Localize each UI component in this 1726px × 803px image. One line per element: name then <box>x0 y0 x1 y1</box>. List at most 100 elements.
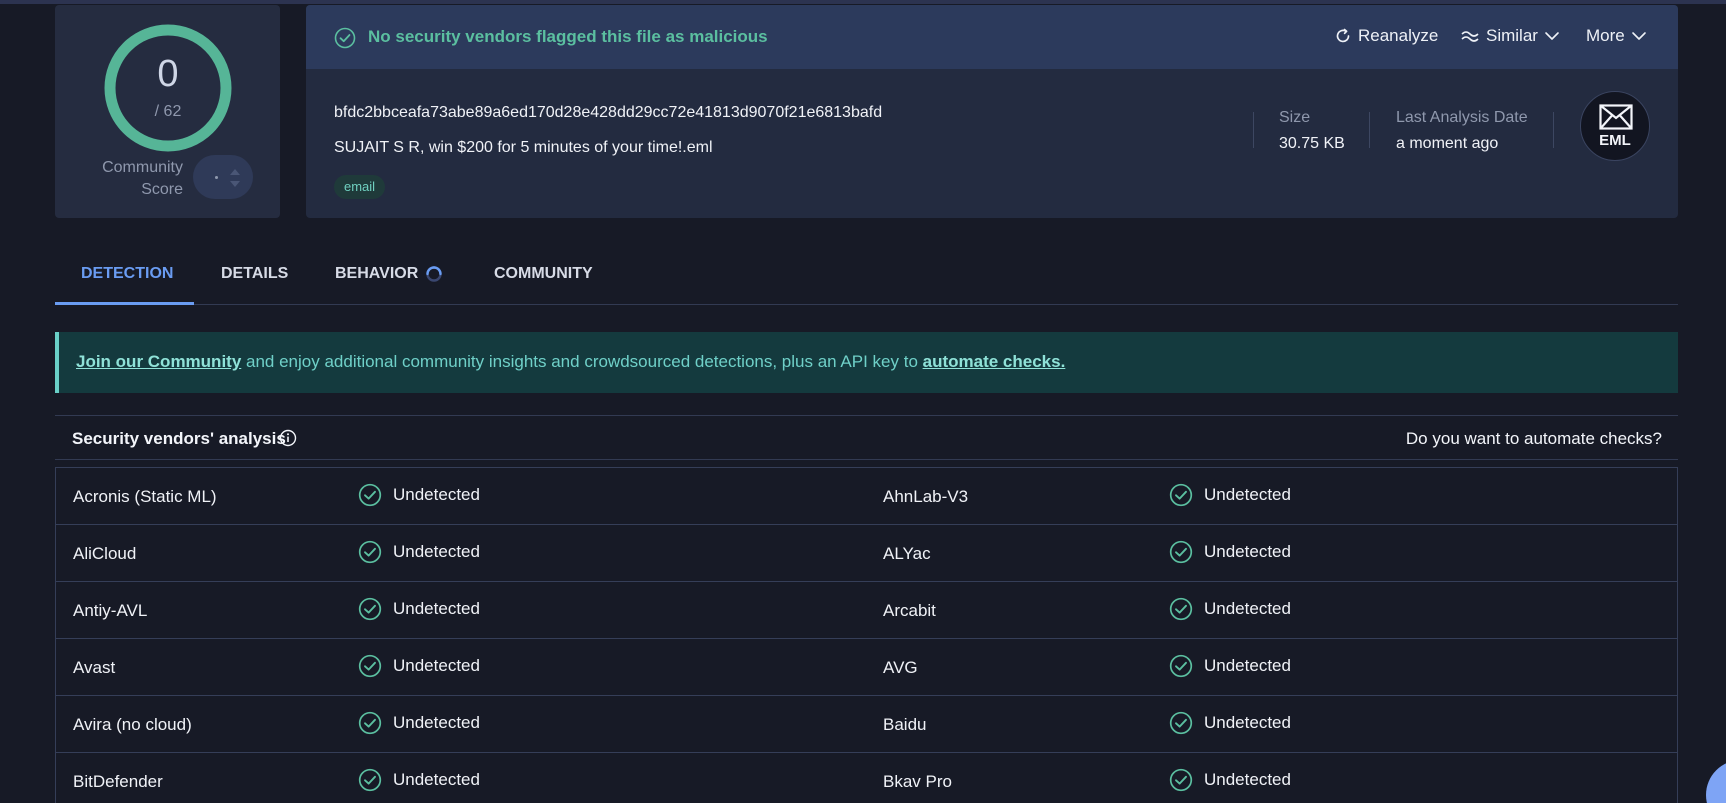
check-circle-icon <box>1169 597 1193 621</box>
vendor-status: Undetected <box>1169 654 1291 678</box>
vendor-name: Avast <box>73 658 116 677</box>
vote-dot <box>215 176 218 179</box>
vendor-name: AhnLab-V3 <box>883 487 969 506</box>
vendor-status-label: Undetected <box>1204 542 1291 561</box>
check-circle-icon <box>358 597 382 621</box>
check-circle-icon <box>334 27 356 49</box>
check-circle-icon <box>1169 540 1193 564</box>
floating-action-button[interactable] <box>1706 760 1726 803</box>
similar-icon <box>1461 31 1479 42</box>
tab-community[interactable]: COMMUNITY <box>494 265 593 283</box>
vendor-status-label: Undetected <box>1204 770 1291 789</box>
more-label: More <box>1586 26 1625 45</box>
divider <box>1253 112 1254 148</box>
vendor-row: Antiy-AVL Undetected Arcabit Undetected <box>56 582 1677 639</box>
vendor-status: Undetected <box>1169 483 1291 507</box>
automate-checks-prompt[interactable]: Do you want to automate checks? <box>1406 429 1662 449</box>
file-info-card: No security vendors flagged this file as… <box>306 5 1678 218</box>
downvote-icon[interactable] <box>230 181 240 187</box>
vendor-status: Undetected <box>358 711 480 735</box>
community-banner: Join our Community and enjoy additional … <box>55 332 1678 393</box>
tab-details[interactable]: DETAILS <box>221 265 288 283</box>
vendor-status-label: Undetected <box>393 599 480 618</box>
vendor-status: Undetected <box>358 540 480 564</box>
vendor-status: Undetected <box>358 597 480 621</box>
file-type-badge: EML <box>1580 91 1650 161</box>
community-score-label: Community Score <box>102 159 183 198</box>
vendor-name: AVG <box>883 658 918 677</box>
vendor-name: Avira (no cloud) <box>73 715 192 734</box>
vendor-row: Avira (no cloud) Undetected Baidu Undetecte… <box>56 696 1677 753</box>
vendors-table: Acronis (Static ML) Undetected AhnLab-V3 Un… <box>55 467 1678 803</box>
check-circle-icon <box>358 483 382 507</box>
more-button[interactable]: More <box>1586 26 1647 46</box>
vendor-name: Antiy-AVL <box>73 601 148 620</box>
chevron-down-icon <box>1545 32 1559 40</box>
check-circle-icon <box>358 768 382 792</box>
tab-detection[interactable]: DETECTION <box>81 265 173 283</box>
vendor-status-label: Undetected <box>1204 485 1291 504</box>
vendor-name: AliCloud <box>73 544 137 563</box>
automate-checks-link[interactable]: automate checks. <box>923 352 1066 371</box>
verdict-bar: No security vendors flagged this file as… <box>306 5 1678 69</box>
check-circle-icon <box>1169 768 1193 792</box>
eml-envelope-icon <box>1599 104 1633 130</box>
vendor-status-label: Undetected <box>1204 599 1291 618</box>
vendor-status: Undetected <box>1169 768 1291 792</box>
vendor-status: Undetected <box>358 654 480 678</box>
vendor-status-label: Undetected <box>393 542 480 561</box>
vendor-name: Baidu <box>883 715 927 734</box>
last-analysis-value: a moment ago <box>1396 135 1499 152</box>
info-icon[interactable] <box>279 429 297 447</box>
file-name: SUJAIT S R, win $200 for 5 minutes of yo… <box>334 139 713 156</box>
vendor-name: Arcabit <box>883 601 936 620</box>
vendors-header: Security vendors' analysis Do you want t… <box>55 415 1678 460</box>
detection-total: / 62 <box>154 103 182 120</box>
check-circle-icon <box>358 711 382 735</box>
vendor-status-label: Undetected <box>1204 713 1291 732</box>
vendor-row: Acronis (Static ML) Undetected AhnLab-V3 Un… <box>56 468 1677 525</box>
loading-spinner-icon <box>426 266 442 282</box>
chevron-down-icon <box>1631 32 1646 40</box>
vendor-status: Undetected <box>1169 540 1291 564</box>
vendor-name: Bkav Pro <box>883 772 952 791</box>
active-tab-indicator <box>55 302 194 305</box>
vendor-status: Undetected <box>1169 711 1291 735</box>
detection-score: 0 <box>157 53 179 95</box>
file-hash[interactable]: bfdc2bbceafa73abe89a6ed170d28e428dd29cc7… <box>334 104 882 122</box>
check-circle-icon <box>358 540 382 564</box>
vendor-status-label: Undetected <box>393 656 480 675</box>
similar-button[interactable]: Similar <box>1460 26 1560 46</box>
check-circle-icon <box>1169 711 1193 735</box>
divider <box>1369 112 1370 148</box>
reanalyze-label: Reanalyze <box>1358 26 1439 45</box>
upvote-icon[interactable] <box>230 169 240 175</box>
vendor-row: AliCloud Undetected ALYac Undetected <box>56 525 1677 582</box>
last-analysis-label: Last Analysis Date <box>1396 109 1528 126</box>
join-community-link[interactable]: Join our Community <box>76 352 241 371</box>
banner-text: Join our Community and enjoy additional … <box>76 352 1065 372</box>
verdict-message: No security vendors flagged this file as… <box>368 27 768 46</box>
size-value: 30.75 KB <box>1279 135 1345 152</box>
tab-behavior[interactable]: BEHAVIOR <box>335 265 418 283</box>
vendor-status-label: Undetected <box>1204 656 1291 675</box>
tab-bar: DETECTION DETAILS BEHAVIOR COMMUNITY <box>55 247 1678 305</box>
vendor-status: Undetected <box>1169 597 1291 621</box>
check-circle-icon <box>358 654 382 678</box>
vendor-status-label: Undetected <box>393 485 480 504</box>
file-tag[interactable]: email <box>334 175 386 199</box>
community-vote-control[interactable] <box>193 155 253 199</box>
top-border <box>0 0 1726 4</box>
vendor-status: Undetected <box>358 768 480 792</box>
banner-message: and enjoy additional community insights … <box>241 352 923 371</box>
vendor-name: BitDefender <box>73 772 163 791</box>
check-circle-icon <box>1169 654 1193 678</box>
vendor-status-label: Undetected <box>393 713 480 732</box>
vendor-row: Avast Undetected AVG Undetected <box>56 639 1677 696</box>
vendor-name: ALYac <box>883 544 931 563</box>
community-score-card: 0 / 62 Community Score <box>55 5 280 218</box>
divider <box>1553 112 1554 148</box>
vendor-name: Acronis (Static ML) <box>73 487 217 506</box>
file-type-label: EML <box>1599 132 1631 149</box>
reanalyze-button[interactable]: Reanalyze <box>1334 26 1438 46</box>
